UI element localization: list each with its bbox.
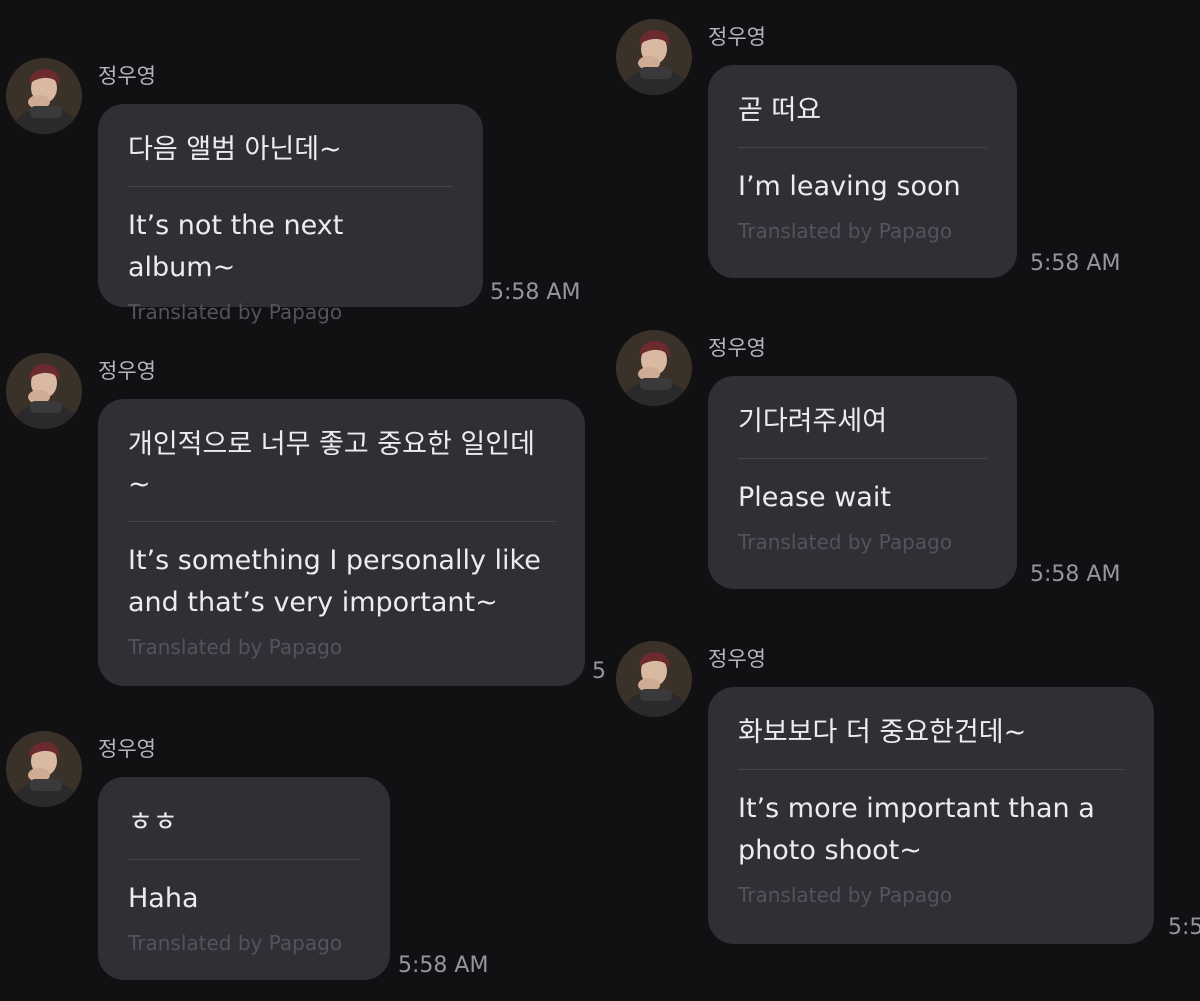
message-timestamp: 5:58 AM: [398, 953, 489, 978]
translated-text: I’m leaving soon: [738, 171, 961, 202]
message-bubble[interactable]: 다음 앨범 아닌데~ It’s not the next album~ Tran…: [98, 104, 483, 324]
translation-credit: Translated by Papago: [128, 635, 343, 659]
translation-credit: Translated by Papago: [738, 530, 953, 554]
translation-credit: Translated by Papago: [128, 300, 343, 324]
original-text: 화보보다 더 중요한건데~: [738, 713, 1124, 770]
original-text: ㅎㅎ: [128, 803, 360, 860]
message-bubble[interactable]: 화보보다 더 중요한건데~ It’s more important than a…: [708, 687, 1154, 944]
sender-name: 정우영: [708, 336, 766, 360]
original-text: 곧 떠요: [738, 91, 987, 148]
sender-name: 정우영: [98, 359, 156, 383]
translated-text: Please wait: [738, 482, 891, 513]
avatar[interactable]: [616, 330, 692, 406]
avatar[interactable]: [6, 353, 82, 429]
message-bubble[interactable]: 곧 떠요 I’m leaving soon Translated by Papa…: [708, 65, 1017, 278]
message-timestamp: 5: [592, 659, 606, 684]
message-bubble[interactable]: 기다려주세여 Please wait Translated by Papago: [708, 376, 1017, 589]
translated-text: It’s something I personally like and tha…: [128, 545, 541, 618]
translated-text: It’s more important than a photo shoot~: [738, 793, 1095, 866]
translation-credit: Translated by Papago: [738, 883, 953, 907]
avatar[interactable]: [6, 731, 82, 807]
translated-text: It’s not the next album~: [128, 210, 344, 283]
avatar[interactable]: [616, 641, 692, 717]
translation-credit: Translated by Papago: [738, 219, 953, 243]
message-timestamp: 5:5: [1168, 915, 1200, 940]
message-timestamp: 5:58 AM: [1030, 251, 1121, 276]
original-text: 개인적으로 너무 좋고 중요한 일인데~: [128, 425, 555, 522]
message-timestamp: 5:58 AM: [1030, 562, 1121, 587]
original-text: 기다려주세여: [738, 402, 987, 459]
sender-name: 정우영: [98, 737, 156, 761]
message-bubble[interactable]: ㅎㅎ Haha Translated by Papago: [98, 777, 390, 980]
message-bubble[interactable]: 개인적으로 너무 좋고 중요한 일인데~ It’s something I pe…: [98, 399, 585, 686]
avatar[interactable]: [616, 19, 692, 95]
sender-name: 정우영: [98, 64, 156, 88]
translation-credit: Translated by Papago: [128, 931, 343, 955]
original-text: 다음 앨범 아닌데~: [128, 130, 453, 187]
avatar[interactable]: [6, 58, 82, 134]
translated-text: Haha: [128, 883, 199, 914]
message-timestamp: 5:58 AM: [490, 280, 581, 305]
sender-name: 정우영: [708, 25, 766, 49]
sender-name: 정우영: [708, 647, 766, 671]
